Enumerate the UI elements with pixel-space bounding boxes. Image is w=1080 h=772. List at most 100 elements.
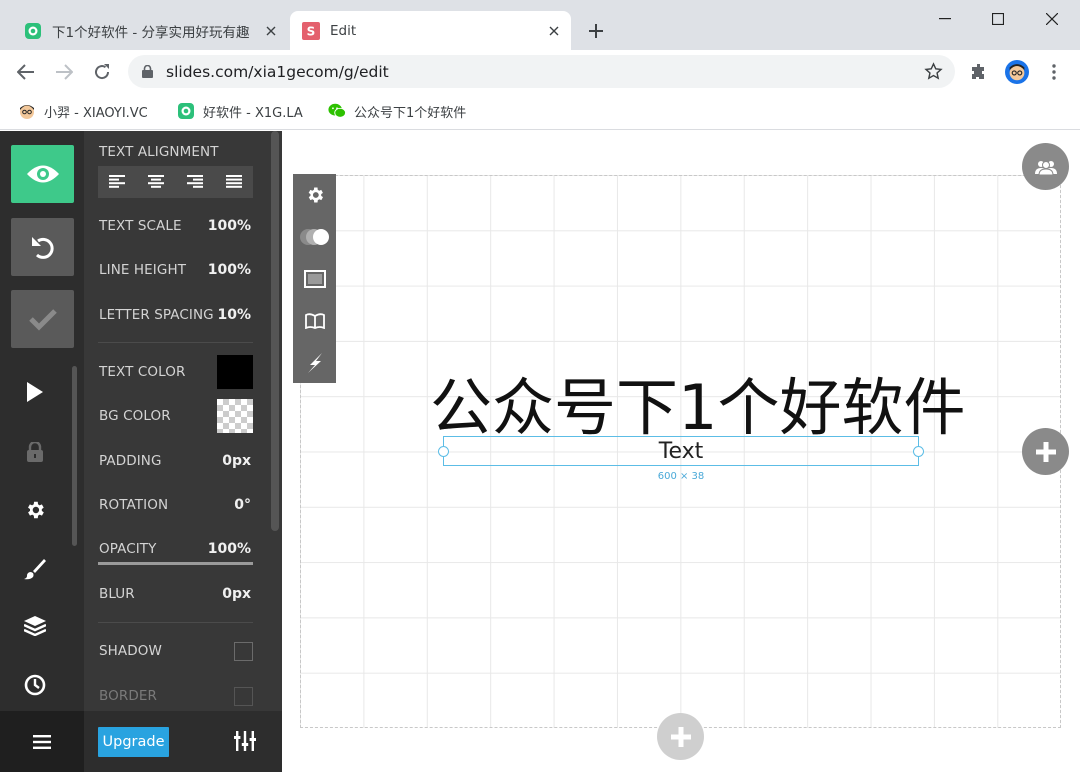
bookmark-wechat[interactable]: 公众号下1个好软件 [328, 101, 466, 121]
lightning-icon[interactable] [293, 342, 336, 384]
present-play-icon[interactable] [0, 364, 70, 420]
align-center-icon[interactable] [148, 173, 165, 192]
dimension-label: 600 × 38 [657, 471, 705, 482]
svg-text:S: S [307, 24, 316, 38]
line-height-label: LINE HEIGHT [99, 262, 187, 278]
padding-label: PADDING [99, 453, 162, 469]
settings-gear-icon[interactable] [0, 482, 70, 538]
slide-canvas[interactable]: 公众号下1个好软件 Text 600 × 38 [282, 131, 1080, 772]
slide-heading-text[interactable]: 公众号下1个好软件 [430, 357, 965, 447]
undo-button[interactable] [11, 218, 74, 276]
bookmark-xiaoyi[interactable]: 小羿 - XIAOYI.VC [18, 101, 148, 121]
forward-icon[interactable] [52, 60, 76, 84]
sidebar-scrollbar[interactable] [72, 366, 77, 546]
divider [98, 622, 253, 623]
letter-spacing-label: LETTER SPACING [99, 307, 214, 323]
tab-title: Edit [330, 22, 357, 39]
opacity-slider[interactable] [98, 562, 253, 565]
sliders-icon[interactable] [234, 731, 256, 755]
maximize-button[interactable] [975, 6, 1021, 32]
reload-icon[interactable] [90, 60, 114, 84]
text-scale-label: TEXT SCALE [99, 218, 182, 234]
bookmark-x1g[interactable]: 好软件 - X1G.LA [177, 101, 303, 121]
bg-color-label: BG COLOR [99, 408, 171, 424]
toggle-icon[interactable] [293, 216, 336, 258]
wechat-icon [328, 102, 346, 120]
align-justify-icon[interactable] [225, 173, 242, 192]
rotation-label: ROTATION [99, 497, 169, 513]
bookmark-label: 好软件 - X1G.LA [203, 105, 303, 121]
selected-text-box[interactable]: Text [438, 436, 924, 466]
opacity-label: OPACITY [99, 541, 157, 557]
menu-hamburger-icon[interactable] [0, 711, 84, 772]
profile-avatar[interactable] [1005, 60, 1029, 84]
layers-icon[interactable] [0, 598, 70, 654]
close-tab-icon[interactable] [543, 20, 565, 42]
more-menu-icon[interactable] [1042, 60, 1066, 84]
bg-color-swatch[interactable] [217, 399, 253, 433]
text-alignment-label: TEXT ALIGNMENT [99, 144, 219, 160]
slides-editor: TEXT ALIGNMENT TEXT SCALE 100% LINE HEIG… [0, 131, 1080, 772]
text-color-label: TEXT COLOR [99, 364, 186, 380]
address-bar[interactable]: slides.com/xia1gecom/g/edit [128, 55, 955, 88]
border-label: BORDER [99, 688, 157, 704]
tab-edit[interactable]: S Edit [290, 11, 571, 50]
alignment-buttons [98, 166, 253, 198]
x1g-icon [24, 22, 42, 40]
letter-spacing-value[interactable]: 10% [217, 307, 251, 323]
brush-icon[interactable] [0, 541, 70, 597]
bookmark-star-icon[interactable] [924, 62, 943, 85]
selected-text[interactable]: Text [659, 439, 704, 464]
preview-button[interactable] [11, 145, 74, 203]
left-sidebar [0, 131, 84, 772]
minimize-button[interactable] [922, 6, 968, 32]
blur-value[interactable]: 0px [222, 586, 251, 602]
text-color-swatch[interactable] [217, 355, 253, 389]
shadow-label: SHADOW [99, 643, 162, 659]
close-tab-icon[interactable] [260, 20, 282, 42]
new-tab-button[interactable] [584, 19, 608, 43]
back-icon[interactable] [14, 60, 38, 84]
text-scale-value[interactable]: 100% [208, 218, 251, 234]
extensions-icon[interactable] [967, 60, 991, 84]
bookmark-label: 小羿 - XIAOYI.VC [44, 105, 148, 121]
avatar-icon [18, 102, 36, 120]
resize-handle-right[interactable] [913, 446, 924, 457]
line-height-value[interactable]: 100% [208, 262, 251, 278]
x1g-icon [177, 102, 195, 120]
save-button[interactable] [11, 290, 74, 348]
text-properties-panel: TEXT ALIGNMENT TEXT SCALE 100% LINE HEIG… [84, 131, 282, 772]
add-slide-down-button[interactable] [657, 713, 704, 760]
panel-scrollbar[interactable] [271, 131, 279, 531]
resize-handle-left[interactable] [438, 446, 449, 457]
opacity-value[interactable]: 100% [208, 541, 251, 557]
tab-strip: 下1个好软件 - 分享实用好玩有趣 S Edit [0, 0, 1080, 50]
close-window-button[interactable] [1029, 6, 1075, 32]
padding-value[interactable]: 0px [222, 453, 251, 469]
add-slide-right-button[interactable] [1022, 428, 1069, 475]
shadow-checkbox[interactable] [234, 642, 253, 661]
lock-icon[interactable] [0, 424, 70, 480]
url-text[interactable]: slides.com/xia1gecom/g/edit [166, 63, 389, 81]
book-icon[interactable] [293, 300, 336, 342]
blur-label: BLUR [99, 586, 135, 602]
bookmark-label: 公众号下1个好软件 [354, 105, 467, 121]
tab-title: 下1个好软件 - 分享实用好玩有趣 [52, 24, 250, 41]
floating-toolbar [293, 174, 336, 383]
bookmarks-bar: 小羿 - XIAOYI.VC 好软件 - X1G.LA 公众号下1个好软件 [0, 93, 1080, 130]
divider [98, 342, 253, 343]
frame-icon[interactable] [293, 258, 336, 300]
history-clock-icon[interactable] [0, 657, 70, 713]
panel-footer: Upgrade [84, 711, 282, 772]
rotation-value[interactable]: 0° [234, 497, 251, 513]
border-checkbox[interactable] [234, 687, 253, 706]
settings-gear-icon[interactable] [293, 174, 336, 216]
browser-toolbar: slides.com/xia1gecom/g/edit [0, 50, 1080, 93]
align-right-icon[interactable] [186, 173, 203, 192]
upgrade-button[interactable]: Upgrade [98, 727, 169, 757]
lock-icon [142, 65, 156, 78]
browser-window: 下1个好软件 - 分享实用好玩有趣 S Edit slides.com/xia1… [0, 0, 1080, 772]
collaborate-users-icon[interactable] [1022, 143, 1069, 190]
align-left-icon[interactable] [109, 173, 126, 192]
tab-x1g[interactable]: 下1个好软件 - 分享实用好玩有趣 [12, 11, 288, 50]
